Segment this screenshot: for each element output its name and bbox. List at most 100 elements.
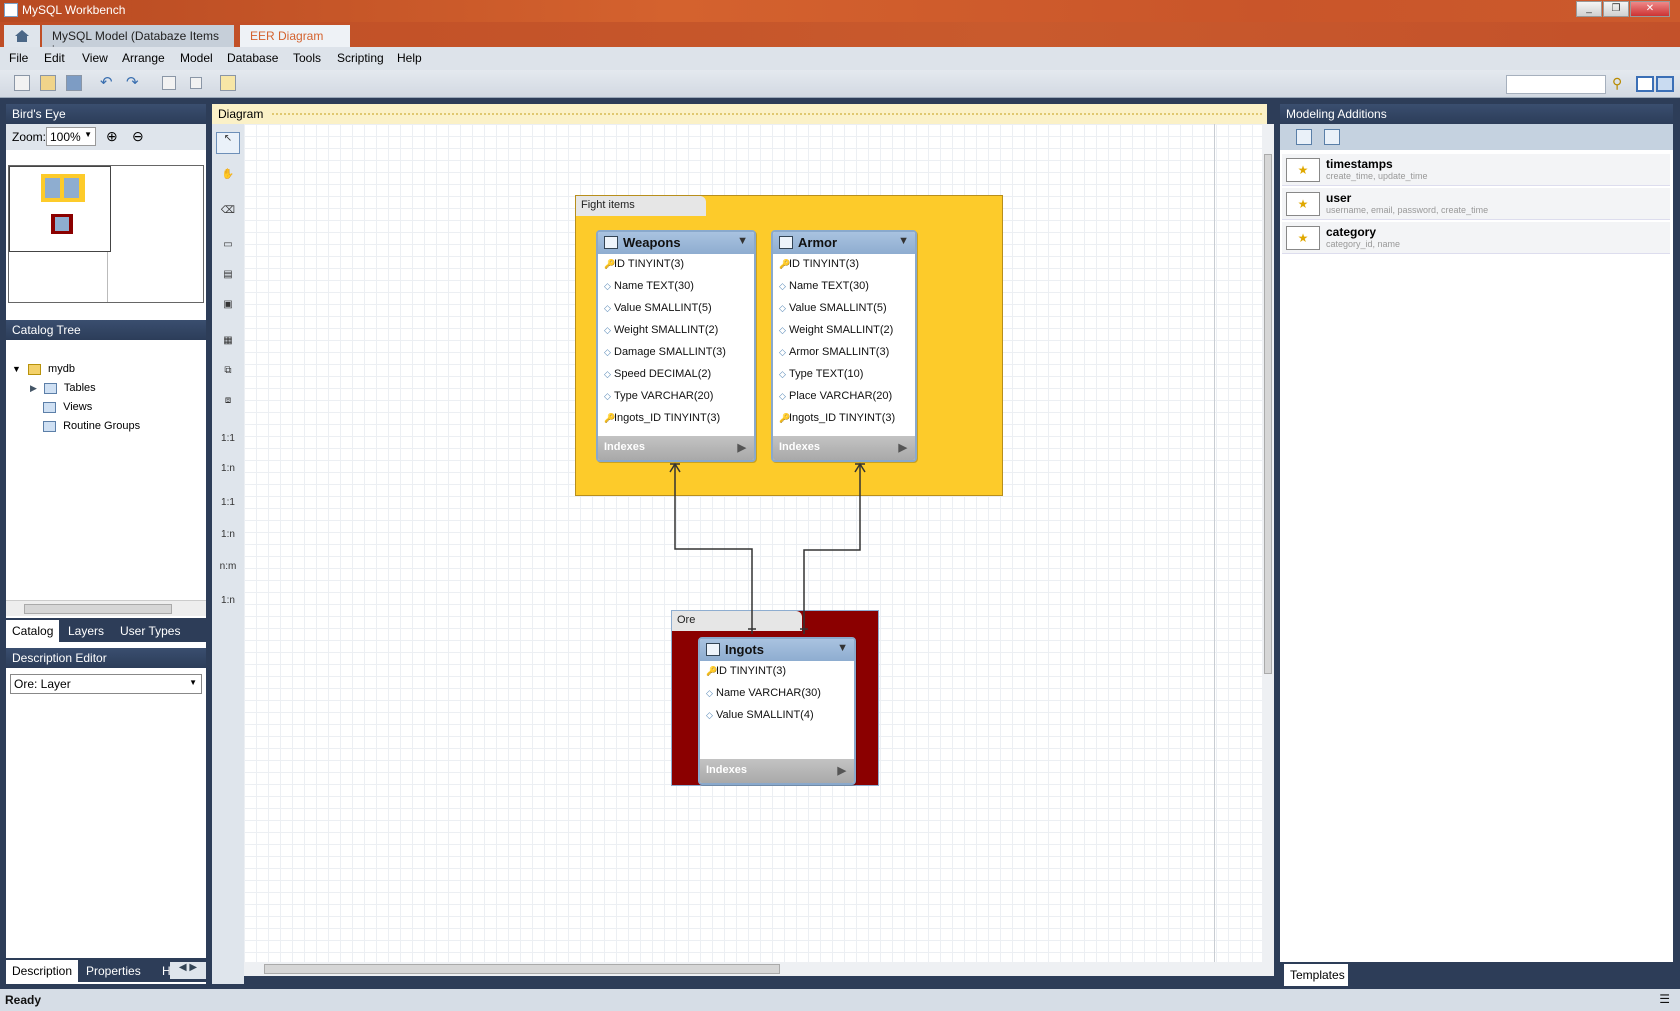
tree-label-routine-groups: Routine Groups bbox=[63, 420, 141, 432]
relation-1-n-tool[interactable]: 1:n bbox=[216, 462, 240, 484]
redo-icon[interactable]: ↷ bbox=[126, 73, 142, 91]
expand-arrow-icon[interactable]: ▼ bbox=[12, 364, 21, 374]
chevron-down-icon: ▼ bbox=[189, 678, 197, 687]
scroll-thumb[interactable] bbox=[264, 964, 780, 974]
diagram-canvas[interactable]: Fight items Weapons ▼ 🔑ID TINYINT(3) ◇ Na… bbox=[244, 124, 1262, 962]
search-icon[interactable]: ⚲ bbox=[1612, 75, 1630, 93]
note-tool-icon[interactable]: ▤ bbox=[216, 268, 240, 290]
modeling-additions-header: Modeling Additions bbox=[1280, 104, 1673, 124]
maximize-button[interactable]: ❐ bbox=[1603, 1, 1629, 17]
close-window-button[interactable]: ✕ bbox=[1630, 1, 1670, 17]
search-input[interactable] bbox=[1506, 75, 1606, 94]
eraser-tool-icon[interactable]: ⌫ bbox=[216, 204, 240, 226]
relation-label: 1:n bbox=[221, 463, 235, 474]
relation-label: 1:1 bbox=[221, 497, 235, 508]
tree-label-mydb: mydb bbox=[48, 363, 75, 375]
menu-scripting[interactable]: Scripting bbox=[337, 51, 384, 65]
view-tool-icon[interactable]: ⧉ bbox=[216, 364, 240, 386]
database-icon bbox=[27, 363, 41, 375]
addition-item-user[interactable]: ★ user username, email, password, create… bbox=[1282, 188, 1670, 220]
addition-desc: create_time, update_time bbox=[1326, 171, 1428, 181]
align-icon[interactable] bbox=[190, 77, 202, 89]
add-template-icon[interactable] bbox=[1296, 129, 1312, 145]
tables-folder-icon bbox=[43, 382, 57, 394]
tab-user-types[interactable]: User Types bbox=[114, 620, 186, 642]
relation-label: 1:1 bbox=[221, 433, 235, 444]
canvas-vertical-scrollbar[interactable] bbox=[1262, 124, 1274, 964]
star-icon: ★ bbox=[1286, 192, 1320, 216]
relationship-armor-ingots[interactable] bbox=[803, 464, 861, 634]
relation-existing-columns-tool[interactable]: 1:n bbox=[216, 594, 240, 616]
scroll-thumb[interactable] bbox=[24, 604, 172, 614]
routine-groups-folder-icon bbox=[43, 420, 56, 432]
menu-tools[interactable]: Tools bbox=[293, 51, 321, 65]
routine-group-tool-icon[interactable]: ⧈ bbox=[216, 394, 240, 416]
menu-edit[interactable]: Edit bbox=[44, 51, 65, 65]
menu-model[interactable]: Model bbox=[180, 51, 213, 65]
tab-scroll-arrows-icon[interactable]: ◀ ▶ bbox=[170, 962, 206, 979]
menu-arrange[interactable]: Arrange bbox=[122, 51, 165, 65]
zoom-select[interactable]: 100% ▼ bbox=[46, 127, 96, 146]
zoom-out-icon[interactable]: ⊖ bbox=[132, 128, 144, 145]
tree-node-views[interactable]: Views bbox=[43, 401, 92, 419]
menu-help[interactable]: Help bbox=[397, 51, 422, 65]
relationship-weapons-ingots[interactable] bbox=[674, 464, 753, 634]
right-tabs: Templates bbox=[1280, 962, 1673, 986]
canvas-horizontal-scrollbar[interactable] bbox=[244, 962, 1274, 976]
toggle-secondary-sidebar-icon[interactable] bbox=[1656, 76, 1674, 92]
addition-item-timestamps[interactable]: ★ timestamps create_time, update_time bbox=[1282, 154, 1670, 186]
new-document-icon[interactable] bbox=[14, 75, 30, 91]
tab-templates[interactable]: Templates bbox=[1284, 964, 1348, 986]
tab-eer-diagram[interactable]: EER Diagram ✕ bbox=[240, 25, 350, 57]
description-editor: Ore: Layer ▼ bbox=[6, 668, 206, 958]
catalog-horizontal-scrollbar[interactable] bbox=[6, 600, 206, 616]
main-toolbar: ↶ ↷ ⚲ bbox=[0, 70, 1680, 98]
edit-template-icon[interactable] bbox=[1324, 129, 1340, 145]
output-toggle-icon[interactable]: ☰ bbox=[1659, 992, 1670, 1006]
menu-database[interactable]: Database bbox=[227, 51, 278, 65]
relation-1-n-nonid-tool[interactable]: 1:n bbox=[216, 528, 240, 550]
new-note-icon[interactable] bbox=[220, 75, 236, 91]
relation-label: n:m bbox=[219, 561, 237, 572]
birds-eye-view[interactable] bbox=[8, 165, 204, 303]
minimize-button[interactable]: _ bbox=[1576, 1, 1602, 17]
menu-bar: File Edit View Arrange Model Database To… bbox=[0, 47, 1680, 70]
menu-view[interactable]: View bbox=[82, 51, 108, 65]
addition-desc: username, email, password, create_time bbox=[1326, 205, 1489, 215]
toggle-sidebar-icon[interactable] bbox=[1636, 76, 1654, 92]
zoom-in-icon[interactable]: ⊕ bbox=[106, 128, 118, 145]
collapse-arrow-icon[interactable]: ▶ bbox=[30, 383, 37, 393]
toggle-grid-icon[interactable] bbox=[162, 76, 176, 90]
table-tool-icon[interactable]: ▦ bbox=[216, 334, 240, 356]
layer-tool-icon[interactable]: ▭ bbox=[216, 238, 240, 260]
relation-n-m-tool[interactable]: n:m bbox=[216, 560, 240, 582]
tab-mysql-model[interactable]: MySQL Model (Databaze Items in ... bbox=[42, 25, 234, 57]
tree-node-mydb[interactable]: ▼ mydb bbox=[12, 363, 75, 381]
image-tool-icon[interactable]: ▣ bbox=[216, 298, 240, 320]
tab-catalog[interactable]: Catalog bbox=[6, 620, 60, 642]
tab-layers[interactable]: Layers bbox=[62, 620, 110, 642]
star-icon: ★ bbox=[1286, 158, 1320, 182]
modeling-additions-toolbar bbox=[1280, 124, 1673, 150]
hand-tool-icon[interactable]: ✋ bbox=[216, 168, 240, 190]
window-title: MySQL Workbench bbox=[22, 3, 126, 17]
open-folder-icon[interactable] bbox=[40, 75, 56, 91]
relation-1-1-nonid-tool[interactable]: 1:1 bbox=[216, 496, 240, 518]
tab-properties[interactable]: Properties bbox=[80, 960, 147, 982]
menu-file[interactable]: File bbox=[9, 51, 28, 65]
chevron-down-icon: ▼ bbox=[84, 130, 92, 139]
description-object-select[interactable]: Ore: Layer ▼ bbox=[10, 674, 202, 694]
catalog-tree-header: Catalog Tree bbox=[6, 320, 206, 340]
undo-icon[interactable]: ↶ bbox=[100, 73, 116, 91]
tab-description[interactable]: Description bbox=[6, 960, 79, 982]
addition-item-category[interactable]: ★ category category_id, name bbox=[1282, 222, 1670, 254]
relation-label: 1:n bbox=[221, 529, 235, 540]
select-tool-icon[interactable]: ↖ bbox=[216, 132, 240, 154]
scroll-thumb[interactable] bbox=[1264, 154, 1272, 674]
tree-node-routine-groups[interactable]: Routine Groups bbox=[43, 420, 140, 438]
addition-desc: category_id, name bbox=[1326, 239, 1401, 249]
home-tab[interactable] bbox=[4, 25, 40, 47]
save-icon[interactable] bbox=[66, 75, 82, 91]
tree-node-tables[interactable]: ▶ Tables bbox=[30, 382, 96, 400]
relation-1-1-tool[interactable]: 1:1 bbox=[216, 432, 240, 454]
